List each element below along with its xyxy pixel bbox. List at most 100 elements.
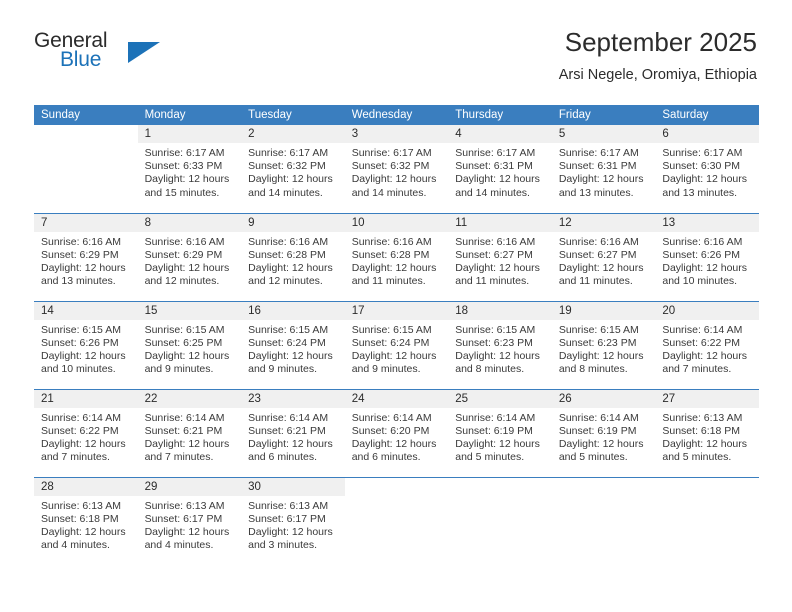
daylight-text-line1: Daylight: 12 hours (558, 261, 644, 274)
day-cell (448, 477, 552, 566)
day-number: 1 (137, 125, 242, 143)
calendar-page: General Blue September 2025 Arsi Negele,… (0, 0, 792, 612)
calendar-cell[interactable]: 14 Sunrise: 6:15 AM Sunset: 6:26 PM Dayligh… (34, 300, 138, 389)
day-number: 10 (344, 213, 449, 232)
daylight-text-line1: Daylight: 12 hours (558, 437, 644, 450)
sunrise-text: Sunrise: 6:16 AM (558, 235, 639, 248)
calendar-cell[interactable]: 23 Sunrise: 6:14 AM Sunset: 6:21 PM Dayligh… (241, 388, 345, 477)
day-number: 24 (344, 389, 449, 408)
daylight-text-line1: Daylight: 12 hours (455, 173, 540, 186)
calendar-cell[interactable]: 9 Sunrise: 6:16 AM Sunset: 6:28 PM Daylight… (241, 212, 345, 301)
calendar-cell[interactable]: 26 Sunrise: 6:14 AM Sunset: 6:19 PM Dayligh… (551, 388, 656, 477)
generalblue-logo[interactable]: General Blue (34, 30, 214, 76)
day-number: 8 (137, 213, 242, 232)
sunrise-text: Sunrise: 6:17 AM (351, 147, 432, 159)
day-cell: 26 Sunrise: 6:14 AM Sunset: 6:19 PM Dayligh… (551, 389, 656, 477)
calendar-cell (344, 476, 449, 566)
daylight-text-line1: Daylight: 12 hours (662, 349, 748, 362)
calendar-cell[interactable]: 12 Sunrise: 6:16 AM Sunset: 6:27 PM Dayligh… (551, 212, 656, 301)
calendar-cell[interactable]: 19 Sunrise: 6:15 AM Sunset: 6:23 PM Dayligh… (551, 300, 656, 389)
daylight-text-line2: and 4 minutes. (144, 539, 214, 552)
calendar-cell[interactable]: 16 Sunrise: 6:15 AM Sunset: 6:24 PM Dayligh… (241, 300, 345, 389)
sunset-text: Sunset: 6:27 PM (558, 248, 637, 261)
daylight-text-line1: Daylight: 12 hours (248, 349, 333, 362)
day-cell: 8 Sunrise: 6:16 AM Sunset: 6:29 PM Daylight… (137, 213, 242, 301)
daylight-text-line1: Daylight: 12 hours (41, 261, 126, 274)
daylight-text-line2: and 5 minutes. (455, 451, 525, 464)
calendar-cell[interactable]: 3 Sunrise: 6:17 AM Sunset: 6:32 PM Daylight… (344, 125, 449, 213)
calendar-cell[interactable]: 15 Sunrise: 6:15 AM Sunset: 6:25 PM Dayligh… (137, 300, 242, 389)
daylight-text-line2: and 4 minutes. (41, 539, 110, 552)
calendar-cell[interactable]: 7 Sunrise: 6:16 AM Sunset: 6:29 PM Daylight… (34, 212, 138, 301)
day-sun-info: Sunrise: 6:17 AM Sunset: 6:32 PM Daylight:… (345, 143, 449, 200)
daylight-text-line1: Daylight: 12 hours (351, 261, 437, 274)
calendar-cell[interactable]: 2 Sunrise: 6:17 AM Sunset: 6:32 PM Daylight… (241, 125, 345, 213)
calendar-cell[interactable]: 1 Sunrise: 6:17 AM Sunset: 6:33 PM Daylight… (137, 125, 242, 213)
calendar-cell[interactable]: 17 Sunrise: 6:15 AM Sunset: 6:24 PM Dayligh… (344, 300, 449, 389)
calendar-cell[interactable]: 6 Sunrise: 6:17 AM Sunset: 6:30 PM Daylight… (655, 125, 759, 213)
daylight-text-line1: Daylight: 12 hours (144, 349, 230, 362)
sunrise-text: Sunrise: 6:17 AM (662, 147, 743, 159)
day-number: 9 (241, 213, 345, 232)
calendar-cell[interactable]: 4 Sunrise: 6:17 AM Sunset: 6:31 PM Daylight… (448, 125, 552, 213)
calendar-cell[interactable]: 29 Sunrise: 6:13 AM Sunset: 6:17 PM Dayligh… (137, 476, 242, 565)
calendar-cell[interactable]: 10 Sunrise: 6:16 AM Sunset: 6:28 PM Dayligh… (344, 212, 449, 301)
title-block: September 2025 Arsi Negele, Oromiya, Eth… (559, 26, 757, 85)
sunset-text: Sunset: 6:30 PM (662, 160, 741, 173)
day-sun-info: Sunrise: 6:17 AM Sunset: 6:32 PM Daylight:… (241, 143, 345, 200)
daylight-text-line2: and 13 minutes. (662, 186, 738, 199)
sunset-text: Sunset: 6:19 PM (558, 424, 637, 437)
sunrise-text: Sunrise: 6:14 AM (662, 323, 743, 336)
day-sun-info: Sunrise: 6:16 AM Sunset: 6:27 PM Daylight:… (448, 232, 552, 289)
day-cell: 21 Sunrise: 6:14 AM Sunset: 6:22 PM Dayligh… (34, 389, 138, 477)
day-sun-info: Sunrise: 6:14 AM Sunset: 6:21 PM Daylight:… (241, 408, 345, 465)
daylight-text-line1: Daylight: 12 hours (248, 437, 333, 450)
day-cell: 6 Sunrise: 6:17 AM Sunset: 6:30 PM Daylight… (655, 125, 759, 213)
calendar-cell[interactable]: 5 Sunrise: 6:17 AM Sunset: 6:31 PM Daylight… (551, 125, 656, 213)
calendar-cell[interactable]: 21 Sunrise: 6:14 AM Sunset: 6:22 PM Dayligh… (34, 388, 138, 477)
daylight-text-line2: and 6 minutes. (248, 451, 318, 464)
sunset-text: Sunset: 6:18 PM (662, 424, 741, 437)
day-sun-info: Sunrise: 6:17 AM Sunset: 6:30 PM Daylight:… (655, 143, 759, 200)
calendar-cell[interactable]: 8 Sunrise: 6:16 AM Sunset: 6:29 PM Daylight… (137, 212, 242, 301)
daylight-text-line1: Daylight: 12 hours (248, 173, 333, 186)
weekday-header-tuesday: Tuesday (241, 105, 345, 125)
sunset-text: Sunset: 6:21 PM (248, 424, 326, 437)
day-cell (344, 477, 449, 566)
day-sun-info: Sunrise: 6:16 AM Sunset: 6:29 PM Daylight:… (138, 232, 242, 289)
calendar-cell[interactable]: 22 Sunrise: 6:14 AM Sunset: 6:21 PM Dayligh… (137, 388, 242, 477)
day-number: 22 (137, 389, 242, 408)
sunset-text: Sunset: 6:29 PM (144, 248, 223, 261)
calendar-cell[interactable]: 27 Sunrise: 6:13 AM Sunset: 6:18 PM Dayligh… (655, 388, 759, 477)
calendar-cell[interactable]: 13 Sunrise: 6:16 AM Sunset: 6:26 PM Dayligh… (655, 212, 759, 301)
day-number: 30 (241, 477, 345, 496)
weekday-header-thursday: Thursday (448, 105, 552, 125)
daylight-text-line2: and 3 minutes. (248, 539, 318, 552)
calendar-cell[interactable]: 30 Sunrise: 6:13 AM Sunset: 6:17 PM Dayligh… (241, 476, 345, 565)
day-cell (551, 477, 656, 566)
weekday-header-monday: Monday (137, 105, 242, 125)
day-sun-info: Sunrise: 6:16 AM Sunset: 6:29 PM Daylight:… (34, 232, 138, 289)
day-sun-info: Sunrise: 6:13 AM Sunset: 6:17 PM Daylight:… (138, 496, 242, 553)
calendar-cell[interactable]: 24 Sunrise: 6:14 AM Sunset: 6:20 PM Dayligh… (344, 388, 449, 477)
sunset-text: Sunset: 6:20 PM (351, 424, 430, 437)
day-sun-info: Sunrise: 6:17 AM Sunset: 6:31 PM Daylight:… (448, 143, 552, 200)
day-sun-info: Sunrise: 6:15 AM Sunset: 6:25 PM Daylight:… (138, 320, 242, 377)
day-number: 6 (655, 125, 759, 143)
day-sun-info: Sunrise: 6:16 AM Sunset: 6:27 PM Daylight:… (552, 232, 656, 289)
sunrise-text: Sunrise: 6:15 AM (558, 323, 639, 336)
calendar-cell[interactable]: 18 Sunrise: 6:15 AM Sunset: 6:23 PM Dayligh… (448, 300, 552, 389)
day-sun-info: Sunrise: 6:17 AM Sunset: 6:31 PM Daylight:… (552, 143, 656, 200)
calendar-cell[interactable]: 25 Sunrise: 6:14 AM Sunset: 6:19 PM Dayligh… (448, 388, 552, 477)
daylight-text-line1: Daylight: 12 hours (558, 173, 644, 186)
calendar-week-row: 7 Sunrise: 6:16 AM Sunset: 6:29 PM Daylight… (34, 212, 759, 301)
daylight-text-line2: and 8 minutes. (558, 363, 628, 376)
calendar-cell[interactable]: 11 Sunrise: 6:16 AM Sunset: 6:27 PM Dayligh… (448, 212, 552, 301)
sunset-text: Sunset: 6:33 PM (144, 160, 223, 173)
sunrise-text: Sunrise: 6:17 AM (558, 147, 639, 159)
calendar-cell[interactable]: 20 Sunrise: 6:14 AM Sunset: 6:22 PM Dayligh… (655, 300, 759, 389)
day-cell: 16 Sunrise: 6:15 AM Sunset: 6:24 PM Dayligh… (241, 301, 345, 389)
daylight-text-line1: Daylight: 12 hours (41, 349, 126, 362)
calendar-cell[interactable]: 28 Sunrise: 6:13 AM Sunset: 6:18 PM Dayligh… (34, 476, 138, 565)
day-cell: 10 Sunrise: 6:16 AM Sunset: 6:28 PM Dayligh… (344, 213, 449, 301)
